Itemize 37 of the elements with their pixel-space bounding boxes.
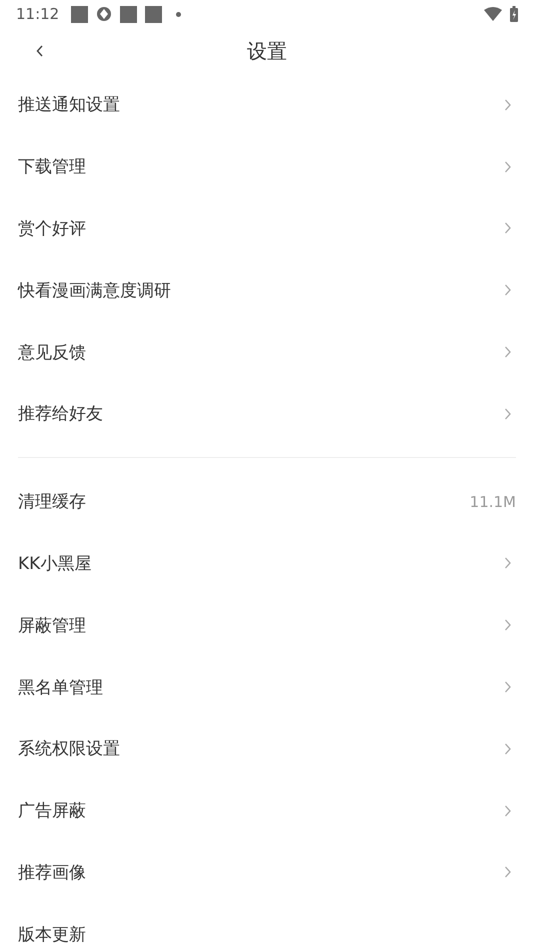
settings-item[interactable]: 清理缓存 11.1M — [0, 470, 534, 533]
chevron-right-icon — [504, 866, 512, 878]
battery-charging-icon — [510, 6, 518, 22]
settings-item[interactable]: 快看漫画满意度调研 — [0, 259, 534, 322]
chevron-right-icon — [504, 346, 512, 358]
settings-item[interactable]: 意见反馈 — [0, 321, 534, 383]
status-time: 11:12 — [16, 5, 60, 23]
back-icon — [36, 45, 44, 57]
chevron-right-icon — [504, 681, 512, 694]
settings-item[interactable]: 推荐给好友 — [0, 382, 534, 445]
chevron-right-icon — [504, 804, 512, 817]
chevron-right-icon — [504, 98, 512, 111]
chevron-right-icon — [504, 160, 512, 173]
page-title: 设置 — [247, 38, 287, 64]
chevron-right-icon — [504, 557, 512, 570]
more-notifications-icon — [176, 12, 182, 16]
chevron-right-icon — [504, 619, 512, 632]
settings-item[interactable]: 赏个好评 — [0, 198, 534, 260]
notification-icon — [145, 6, 162, 22]
chevron-right-icon — [504, 284, 512, 296]
settings-item[interactable]: 版本更新 — [0, 903, 534, 950]
settings-item[interactable]: 屏蔽管理 — [0, 594, 534, 656]
aperture-icon — [96, 6, 112, 22]
settings-item[interactable]: 系统权限设置 — [0, 718, 534, 780]
settings-item[interactable]: 推送通知设置 — [0, 74, 534, 136]
wifi-icon — [484, 7, 502, 21]
notification-icon — [120, 6, 138, 22]
settings-item[interactable]: 下载管理 — [0, 136, 534, 198]
cache-size: 11.1M — [470, 492, 516, 511]
chevron-right-icon — [504, 408, 512, 420]
chevron-right-icon — [504, 222, 512, 234]
notification-icon — [71, 6, 88, 22]
chevron-right-icon — [504, 742, 512, 755]
settings-item[interactable]: 推荐画像 — [0, 842, 534, 904]
settings-item[interactable]: KK小黑屋 — [0, 532, 534, 594]
settings-item[interactable]: 广告屏蔽 — [0, 780, 534, 842]
settings-item[interactable]: 黑名单管理 — [0, 656, 534, 718]
